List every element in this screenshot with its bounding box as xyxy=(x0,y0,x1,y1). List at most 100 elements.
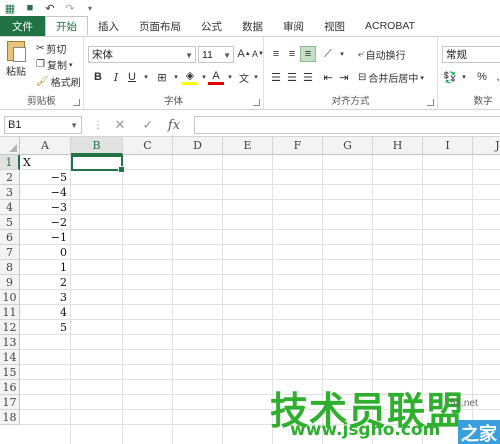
watermark-side2: 之家 xyxy=(458,420,500,444)
chevron-down-icon[interactable]: ▾ xyxy=(456,69,472,85)
number-format-select[interactable]: 常规 xyxy=(442,46,500,63)
row-header-7[interactable]: 7 xyxy=(0,245,20,260)
wrap-text-icon: ⤶ xyxy=(358,49,364,60)
column-header-e[interactable]: E xyxy=(223,137,273,155)
cell-a9[interactable]: 2 xyxy=(20,275,71,290)
tab-home[interactable]: 开始 xyxy=(45,16,88,36)
row-header-2[interactable]: 2 xyxy=(0,170,20,185)
row-header-13[interactable]: 13 xyxy=(0,335,20,350)
insert-function-button[interactable]: fx xyxy=(166,117,182,133)
format-painter-button[interactable]: 🖌 格式刷 xyxy=(36,74,81,89)
percent-button[interactable]: % xyxy=(474,69,490,85)
redo-icon[interactable]: ↷ xyxy=(64,2,76,15)
cell-a10[interactable]: 3 xyxy=(20,290,71,305)
copy-button[interactable]: ❐ 复制 ▾ xyxy=(36,57,72,72)
cut-button[interactable]: ✂ 剪切 xyxy=(36,41,66,56)
active-cell-b1[interactable] xyxy=(71,155,125,173)
increase-indent-icon[interactable]: ⇥ xyxy=(336,69,352,85)
chevron-down-icon: ▼ xyxy=(185,51,193,60)
tab-file[interactable]: 文件 xyxy=(0,16,45,36)
column-header-j[interactable]: J xyxy=(473,137,500,155)
row-header-4[interactable]: 4 xyxy=(0,200,20,215)
align-bottom-icon[interactable]: ≡ xyxy=(300,46,316,62)
cell-a12[interactable]: 5 xyxy=(20,320,71,335)
bold-button[interactable]: B xyxy=(90,69,106,85)
wrap-text-button[interactable]: ⤶ 自动换行 xyxy=(358,47,406,62)
column-header-i[interactable]: I xyxy=(423,137,473,155)
merge-center-label: 合并后居中 xyxy=(368,74,419,85)
row-header-16[interactable]: 16 xyxy=(0,380,20,395)
row-header-9[interactable]: 9 xyxy=(0,275,20,290)
merge-center-button[interactable]: ⊟ 合并后居中 ▾ xyxy=(358,70,424,85)
tab-review[interactable]: 审阅 xyxy=(273,16,314,36)
tab-view[interactable]: 视图 xyxy=(314,16,355,36)
row-header-6[interactable]: 6 xyxy=(0,230,20,245)
column-header-b[interactable]: B xyxy=(71,137,123,155)
row-header-14[interactable]: 14 xyxy=(0,350,20,365)
tab-insert[interactable]: 插入 xyxy=(88,16,129,36)
paste-button[interactable]: 粘贴 xyxy=(6,41,26,78)
chevron-down-icon[interactable]: ▾ xyxy=(248,69,264,85)
alignment-group: ≡ ≡ ≡ ⟋ ▾ ⤶ 自动换行 ☰ ☰ ☰ ⇤ ⇥ ⊟ 合并后居中 ▾ 对齐方… xyxy=(264,37,438,109)
row-header-5[interactable]: 5 xyxy=(0,215,20,230)
align-left-icon[interactable]: ☰ xyxy=(268,69,284,85)
row-header-1[interactable]: 1 xyxy=(0,155,20,170)
align-right-icon[interactable]: ☰ xyxy=(300,69,316,85)
font-launcher-icon[interactable] xyxy=(253,99,260,106)
clipboard-launcher-icon[interactable] xyxy=(73,99,80,106)
tab-acrobat[interactable]: ACROBAT xyxy=(355,16,425,36)
ribbon-tabs: 文件 开始 插入 页面布局 公式 数据 审阅 视图 ACROBAT xyxy=(0,16,500,36)
more-options-icon[interactable]: ⋮ xyxy=(90,117,106,133)
row-header-10[interactable]: 10 xyxy=(0,290,20,305)
row-header-17[interactable]: 17 xyxy=(0,395,20,410)
comma-icon[interactable]: , xyxy=(490,69,500,85)
align-center-icon[interactable]: ☰ xyxy=(284,69,300,85)
cell-a6[interactable]: −1 xyxy=(20,230,71,245)
name-box[interactable]: B1 ▼ xyxy=(4,116,82,134)
row-header-12[interactable]: 12 xyxy=(0,320,20,335)
grid-hline xyxy=(20,349,500,350)
tab-formulas[interactable]: 公式 xyxy=(191,16,232,36)
column-header-a[interactable]: A xyxy=(20,137,71,155)
merge-icon: ⊟ xyxy=(358,72,367,83)
cancel-icon[interactable]: ✕ xyxy=(112,117,128,133)
column-header-h[interactable]: H xyxy=(373,137,423,155)
save-icon[interactable]: ■ xyxy=(24,2,36,14)
column-header-c[interactable]: C xyxy=(123,137,173,155)
number-group: 常规 💱 ▾ % , 数字 xyxy=(438,37,500,109)
cell-a5[interactable]: −2 xyxy=(20,215,71,230)
row-header-15[interactable]: 15 xyxy=(0,365,20,380)
italic-button[interactable]: I xyxy=(108,69,124,85)
row-header-11[interactable]: 11 xyxy=(0,305,20,320)
formula-input[interactable] xyxy=(194,116,500,134)
undo-icon[interactable]: ↶ xyxy=(44,2,56,15)
cell-a7[interactable]: 0 xyxy=(20,245,71,260)
row-header-18[interactable]: 18 xyxy=(0,410,20,425)
select-all-button[interactable] xyxy=(0,137,20,155)
tab-page-layout[interactable]: 页面布局 xyxy=(129,16,191,36)
cell-a3[interactable]: −4 xyxy=(20,185,71,200)
cell-a2[interactable]: −5 xyxy=(20,170,71,185)
column-header-f[interactable]: F xyxy=(273,137,323,155)
decrease-indent-icon[interactable]: ⇤ xyxy=(320,69,336,85)
row-header-8[interactable]: 8 xyxy=(0,260,20,275)
alignment-launcher-icon[interactable] xyxy=(427,99,434,106)
row-header-3[interactable]: 3 xyxy=(0,185,20,200)
chevron-down-icon[interactable]: ▾ xyxy=(138,69,154,85)
cell-a1[interactable]: X xyxy=(20,155,71,170)
chevron-down-icon[interactable]: ▾ xyxy=(334,46,350,62)
column-header-g[interactable]: G xyxy=(323,137,373,155)
customize-qa-icon[interactable]: ▾ xyxy=(84,2,96,14)
font-size-select[interactable]: 11 ▼ xyxy=(198,46,234,63)
cell-a8[interactable]: 1 xyxy=(20,260,71,275)
align-middle-icon[interactable]: ≡ xyxy=(284,46,300,62)
cell-a11[interactable]: 4 xyxy=(20,305,71,320)
grid-hline xyxy=(20,244,500,245)
tab-data[interactable]: 数据 xyxy=(232,16,273,36)
column-header-d[interactable]: D xyxy=(173,137,223,155)
enter-icon[interactable]: ✓ xyxy=(140,117,156,133)
cell-a4[interactable]: −3 xyxy=(20,200,71,215)
grid-hline xyxy=(20,289,500,290)
align-top-icon[interactable]: ≡ xyxy=(268,46,284,62)
font-name-select[interactable]: 宋体 ▼ xyxy=(88,46,196,63)
